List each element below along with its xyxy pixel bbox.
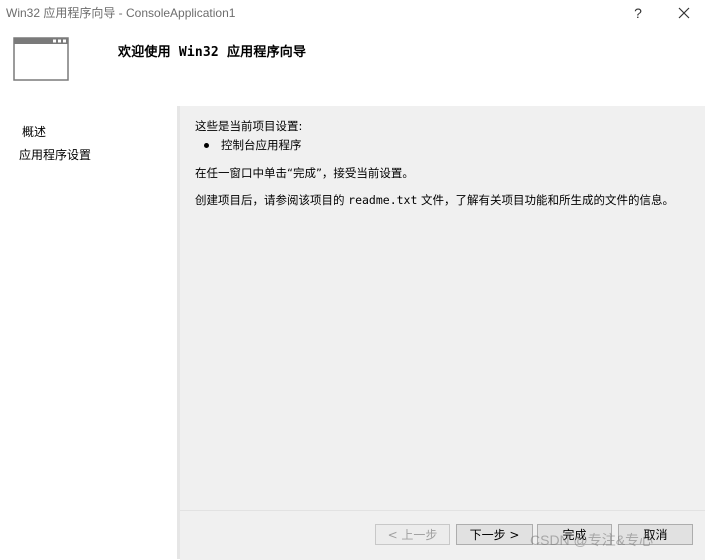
readme-note-suffix: 文件，了解有关项目功能和所生成的文件的信息。	[417, 193, 675, 207]
close-icon	[678, 7, 690, 19]
title-bar: Win32 应用程序向导 - ConsoleApplication1 ?	[0, 0, 705, 26]
finish-instruction: 在任一窗口中单击“完成”，接受当前设置。	[195, 166, 414, 180]
overview-panel: 这些是当前项目设置: 控制台应用程序 在任一窗口中单击“完成”，接受当前设置。 …	[180, 106, 705, 510]
sidebar-item-overview[interactable]: 概述	[22, 123, 46, 140]
close-button[interactable]	[664, 0, 704, 26]
watermark: CSDN @专注&专心	[530, 532, 654, 548]
readme-filename: readme.txt	[348, 193, 418, 207]
settings-bullet-text: 控制台应用程序	[221, 138, 302, 152]
previous-button[interactable]: < 上一步	[375, 524, 450, 545]
readme-note-prefix: 创建项目后，请参阅该项目的	[195, 193, 349, 207]
current-settings-label: 这些是当前项目设置:	[195, 119, 303, 133]
window-title: Win32 应用程序向导 - ConsoleApplication1	[6, 6, 236, 20]
wizard-header: 欢迎使用 Win32 应用程序向导	[0, 26, 705, 106]
bullet-icon	[204, 142, 209, 148]
next-button[interactable]: 下一步 >	[456, 524, 533, 545]
wizard-title: 欢迎使用 Win32 应用程序向导	[118, 45, 307, 60]
settings-bullet: 控制台应用程序	[204, 137, 302, 153]
help-button[interactable]: ?	[618, 0, 658, 26]
window-icon	[13, 37, 69, 81]
sidebar-item-application-settings[interactable]: 应用程序设置	[19, 146, 91, 163]
readme-note: 创建项目后，请参阅该项目的 readme.txt 文件，了解有关项目功能和所生成…	[195, 192, 674, 208]
wizard-sidebar: 概述 应用程序设置	[0, 106, 177, 559]
